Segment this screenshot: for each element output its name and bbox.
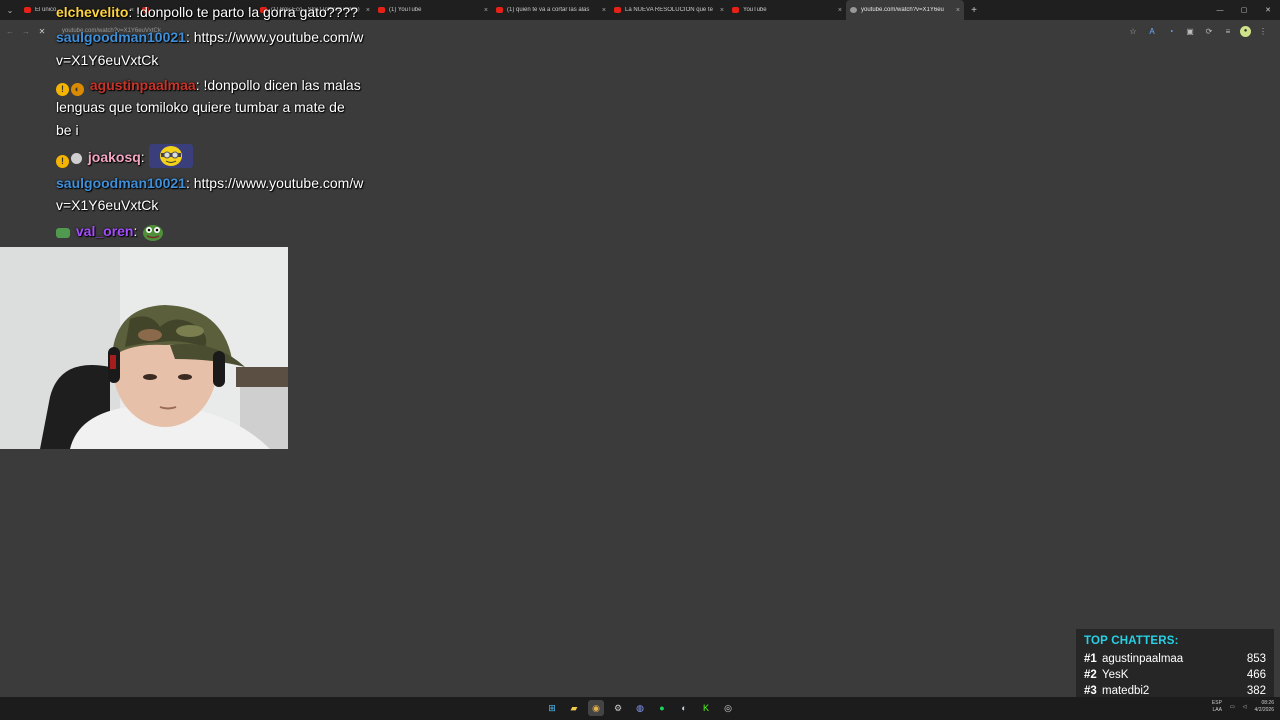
clock[interactable]: 08:26 4/2/2026	[1255, 700, 1274, 714]
chat-message: val_oren:	[56, 220, 378, 243]
more-menu-icon[interactable]: ⋮	[1256, 24, 1270, 38]
close-icon[interactable]: ×	[602, 7, 606, 14]
hand-badge-icon	[71, 153, 82, 164]
globe-icon	[850, 7, 857, 13]
settings-gear-icon[interactable]: ⚙	[610, 700, 626, 716]
browser-tab[interactable]: La NUEVA RESOLUCIÓN que te ×	[610, 0, 728, 20]
taskbar-apps: ⊞ ▰ ◉ ⚙ ◍ ● ◐ K ◎	[544, 700, 736, 716]
forward-arrow-icon[interactable]: →	[20, 20, 32, 42]
chat-text: : https://www.youtube.com/w	[185, 29, 364, 45]
chat-username: agustinpaalmaa	[89, 77, 196, 93]
chat-message-continued: lenguas que tomiloko quiere tumbar a mat…	[56, 99, 345, 115]
chat-message-continued: v=X1Y6euVxtCk	[56, 197, 159, 213]
chat-username: elchevelito	[56, 4, 129, 20]
top-chatter-count: 466	[1246, 669, 1266, 681]
chat-username: saulgoodman10021	[56, 175, 186, 191]
browser-tab-active[interactable]: youtube.com/watch?v=X1Y6eu ×	[846, 0, 964, 20]
youtube-icon	[732, 7, 739, 13]
chat-message: saulgoodman10021: https://www.youtube.co…	[56, 26, 378, 49]
profile-avatar[interactable]: ●	[1240, 25, 1251, 37]
system-tray: ESP LAA ▭ ◁ 08:26 4/2/2026	[1212, 700, 1274, 714]
subscriber-badge-icon: !	[56, 155, 69, 168]
chat-message-continued: be i	[56, 122, 79, 138]
top-chatter-row: #1 agustinpaalmaa 853	[1084, 651, 1266, 667]
steam-icon[interactable]: ◐	[676, 700, 692, 716]
file-explorer-icon[interactable]: ▰	[566, 700, 582, 716]
youtube-icon	[378, 7, 385, 13]
pepe-emote-icon	[143, 225, 164, 241]
sync-icon[interactable]: ⟳	[1202, 24, 1216, 38]
new-tab-button[interactable]: +	[964, 5, 984, 16]
chat-text: :	[140, 149, 145, 165]
youtube-icon	[614, 7, 621, 13]
kick-icon[interactable]: K	[698, 700, 714, 716]
youtube-icon	[496, 7, 503, 13]
bookmark-star-icon[interactable]: ☆	[1126, 24, 1140, 38]
top-chatter-count: 853	[1246, 653, 1266, 665]
browser-tab[interactable]: (1) quien te va a cortar las alas ×	[492, 0, 610, 20]
stop-loading-icon[interactable]: ✕	[36, 20, 48, 42]
maximize-icon[interactable]: ▢	[1232, 0, 1256, 20]
close-icon[interactable]: ×	[838, 7, 842, 14]
browser-tab[interactable]: YouTube ×	[728, 0, 846, 20]
spotify-icon[interactable]: ●	[654, 700, 670, 716]
cast-icon[interactable]: ▣	[1183, 24, 1197, 38]
sword-badge-icon	[56, 228, 70, 238]
chat-username: joakosq	[87, 149, 141, 165]
top-chatter-name: agustinpaalmaa	[1102, 653, 1184, 665]
chat-message: ! joakosq:	[56, 144, 378, 169]
chat-message: ! ◐ agustinpaalmaa: !donpollo dicen las m…	[56, 74, 378, 97]
extension-icon[interactable]: ◔	[1164, 24, 1178, 38]
chat-message-continued: v=X1Y6euVxtCk	[56, 52, 159, 68]
top-chatter-name: YesK	[1102, 669, 1129, 681]
network-icon[interactable]: ▭	[1230, 704, 1235, 710]
close-window-icon[interactable]: ✕	[1256, 0, 1280, 20]
bits-badge-icon: ◐	[71, 83, 84, 96]
streamer-camera-image	[0, 247, 288, 449]
language-indicator[interactable]: ESP LAA	[1212, 700, 1222, 714]
obs-icon[interactable]: ◎	[720, 700, 736, 716]
close-icon[interactable]: ×	[484, 7, 488, 14]
top-chatter-row: #2 YesK 466	[1084, 667, 1266, 683]
browser-tab[interactable]: (1) YouTube ×	[374, 0, 492, 20]
minimize-icon[interactable]: —	[1208, 0, 1232, 20]
close-icon[interactable]: ×	[720, 7, 724, 14]
webcam-feed	[0, 247, 288, 449]
chat-message: saulgoodman10021: https://www.youtube.co…	[56, 172, 378, 195]
screen: ⌄ El único... × × (1) Boy Eco - Sky I (of…	[0, 0, 1280, 720]
chat-message: elchevelito: !donpollo te parto la gorra…	[56, 1, 378, 24]
chat-username: saulgoodman10021	[56, 29, 186, 45]
window-controls: — ▢ ✕	[1208, 0, 1280, 20]
top-chatter-rank: #2	[1084, 669, 1097, 681]
close-icon[interactable]: ×	[956, 7, 960, 14]
chat-text: :	[133, 223, 138, 239]
tab-search-button[interactable]: ⌄	[0, 0, 20, 20]
top-chatter-rank: #1	[1084, 653, 1097, 665]
chrome-icon[interactable]: ◉	[588, 700, 604, 716]
chat-text: : https://www.youtube.com/w	[185, 175, 364, 191]
windows-start-icon[interactable]: ⊞	[544, 700, 560, 716]
chat-text: : !donpollo te parto la gorra gato????	[128, 4, 358, 20]
chat-username: val_oren	[75, 223, 134, 239]
menu-list-icon[interactable]: ≡	[1221, 24, 1235, 38]
minion-emote-icon	[148, 144, 193, 168]
volume-icon[interactable]: ◁	[1243, 704, 1247, 710]
translate-icon[interactable]: A	[1145, 24, 1159, 38]
subscriber-badge-icon: !	[56, 83, 69, 96]
taskbar: ⊞ ▰ ◉ ⚙ ◍ ● ◐ K ◎ ESP LAA ▭ ◁ 08:26 4/2/…	[0, 697, 1280, 720]
top-chatters-title: TOP CHATTERS:	[1084, 635, 1179, 647]
discord-icon[interactable]: ◍	[632, 700, 648, 716]
toolbar-icons: ☆ A ◔ ▣ ⟳ ≡ ● ⋮	[1126, 24, 1270, 38]
youtube-icon	[24, 7, 31, 13]
back-arrow-icon[interactable]: ←	[4, 20, 16, 42]
chat-text: : !donpollo dicen las malas	[195, 77, 361, 93]
